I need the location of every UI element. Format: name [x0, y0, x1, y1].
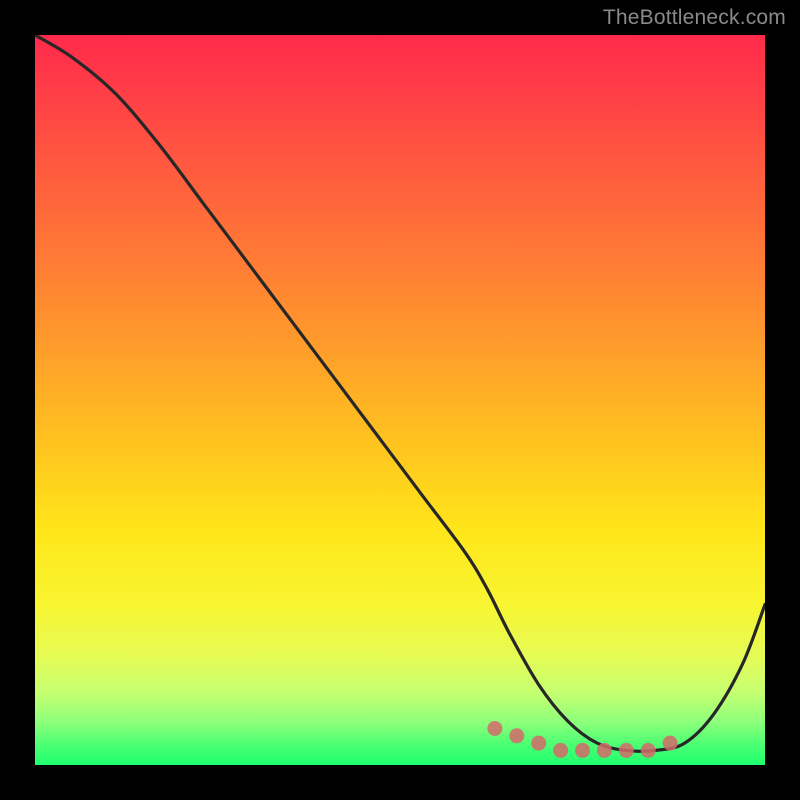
highlight-dot: [641, 743, 656, 758]
highlight-dot: [553, 743, 568, 758]
bottleneck-curve-line: [35, 35, 765, 751]
highlight-dot: [597, 743, 612, 758]
highlight-dot: [509, 728, 524, 743]
highlight-dot: [531, 736, 546, 751]
highlight-dot: [663, 736, 678, 751]
highlight-dot: [487, 721, 502, 736]
chart-frame: [35, 35, 765, 765]
highlight-dot: [619, 743, 634, 758]
highlight-dots: [487, 721, 677, 758]
highlight-dot: [575, 743, 590, 758]
chart-svg: [35, 35, 765, 765]
watermark-text: TheBottleneck.com: [603, 6, 786, 30]
plot-area: [35, 35, 765, 765]
